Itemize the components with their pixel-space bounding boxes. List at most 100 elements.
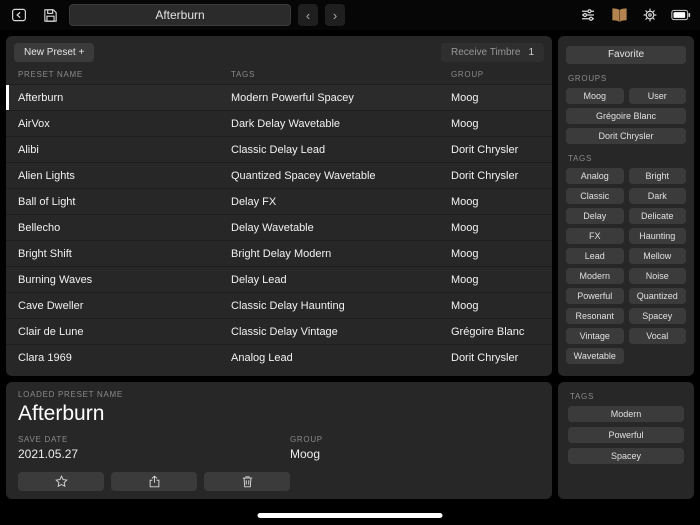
loaded-tag-button[interactable]: Powerful — [568, 427, 684, 443]
favorite-star-icon — [54, 474, 69, 489]
tag-filter-button[interactable]: Noise — [628, 267, 686, 284]
group-value: Moog — [290, 447, 321, 461]
preset-name-cell: Clara 1969 — [18, 351, 72, 364]
new-preset-button[interactable]: New Preset + — [14, 43, 95, 62]
preset-group-cell: Grégoire Blanc — [451, 325, 525, 338]
gear-icon — [641, 6, 659, 24]
preset-row[interactable]: Cave Dweller Classic Delay Haunting Moog — [6, 292, 552, 318]
tag-filter-list: Analog Bright Classic Dark Delay Delicat… — [566, 167, 686, 364]
group-label: GROUP — [290, 435, 323, 444]
library-book-icon — [610, 6, 629, 25]
filter-panel: Favorite GROUPS Moog User Grégoire Blanc… — [558, 36, 694, 376]
column-header-group: GROUP — [451, 70, 484, 79]
tag-filter-button[interactable]: Spacey — [628, 307, 686, 324]
group-filter-button[interactable]: Moog — [566, 87, 624, 104]
share-preset-button[interactable] — [111, 472, 197, 491]
tag-filter-button[interactable]: Vocal — [628, 327, 686, 344]
loaded-preset-name: Afterburn — [18, 402, 105, 425]
loaded-tag-button[interactable]: Spacey — [568, 448, 684, 464]
preset-name-cell: Burning Waves — [18, 273, 93, 286]
preset-name-cell: Bellecho — [18, 221, 61, 234]
tag-filter-button[interactable]: Vintage — [566, 327, 624, 344]
preset-row[interactable]: Ball of Light Delay FX Moog — [6, 188, 552, 214]
loaded-preset-name-label: LOADED PRESET NAME — [18, 390, 123, 399]
tag-filter-button[interactable]: FX — [566, 227, 624, 244]
group-filter-button[interactable]: Grégoire Blanc — [566, 107, 686, 124]
preset-row[interactable]: Bright Shift Bright Delay Modern Moog — [6, 240, 552, 266]
library-button[interactable] — [607, 4, 631, 26]
tag-filter-button[interactable]: Bright — [628, 167, 686, 184]
preset-row[interactable]: Alien Lights Quantized Spacey Wavetable … — [6, 162, 552, 188]
preset-name-cell: Bright Shift — [18, 247, 72, 260]
loaded-tags-list: Modern Powerful Spacey — [568, 406, 684, 464]
favorite-preset-button[interactable] — [18, 472, 104, 491]
tag-filter-button[interactable]: Classic — [566, 187, 624, 204]
preset-row[interactable]: Afterburn Modern Powerful Spacey Moog — [6, 84, 552, 110]
preset-group-cell: Dorit Chrysler — [451, 143, 519, 156]
battery-icon — [669, 4, 693, 26]
tag-filter-button[interactable]: Dark — [628, 187, 686, 204]
preset-tags-cell: Classic Delay Lead — [231, 143, 326, 156]
preset-group-cell: Moog — [451, 299, 479, 312]
tag-filter-button[interactable]: Lead — [566, 247, 624, 264]
preset-row[interactable]: AirVox Dark Delay Wavetable Moog — [6, 110, 552, 136]
preset-row[interactable]: Bellecho Delay Wavetable Moog — [6, 214, 552, 240]
group-filter-list: Moog User Grégoire Blanc Dorit Chrysler — [566, 87, 686, 144]
group-filter-button[interactable]: Dorit Chrysler — [566, 127, 686, 144]
delete-preset-button[interactable] — [204, 472, 290, 491]
trash-icon — [240, 474, 255, 489]
preset-name-cell: Cave Dweller — [18, 299, 84, 312]
back-button[interactable] — [7, 4, 31, 26]
preset-tags-cell: Analog Lead — [231, 351, 293, 364]
group-filter-button[interactable]: User — [628, 87, 686, 104]
groups-section-label: GROUPS — [568, 73, 607, 83]
chevron-left-icon: ‹ — [305, 7, 311, 23]
tag-filter-button[interactable]: Powerful — [566, 287, 624, 304]
preset-toolbar: New Preset + Receive Timbre 1 — [6, 36, 552, 67]
preset-group-cell: Moog — [451, 247, 479, 260]
tag-filter-button[interactable]: Delay — [566, 207, 624, 224]
preset-tags-cell: Classic Delay Haunting — [231, 299, 345, 312]
favorite-filter-button[interactable]: Favorite — [566, 45, 686, 64]
preset-tags-cell: Modern Powerful Spacey — [231, 91, 354, 104]
tag-filter-button[interactable]: Delicate — [628, 207, 686, 224]
preset-row[interactable]: Clair de Lune Classic Delay Vintage Grég… — [6, 318, 552, 344]
loaded-tags-label: TAGS — [570, 392, 594, 401]
tag-filter-button[interactable]: Haunting — [628, 227, 686, 244]
preset-tags-cell: Dark Delay Wavetable — [231, 117, 341, 130]
preset-group-cell: Moog — [451, 221, 479, 234]
content-area: New Preset + Receive Timbre 1 PRESET NAM… — [0, 30, 700, 505]
save-button[interactable] — [38, 4, 62, 26]
preset-title-field[interactable] — [69, 4, 291, 26]
save-date-label: SAVE DATE — [18, 435, 69, 444]
loaded-tag-button[interactable]: Modern — [568, 406, 684, 422]
column-header-tags: TAGS — [231, 70, 255, 79]
preset-name-cell: Afterburn — [18, 91, 64, 104]
preset-table-body: Afterburn Modern Powerful Spacey Moog Ai… — [6, 84, 552, 370]
loaded-tags-panel: TAGS Modern Powerful Spacey — [558, 382, 694, 499]
mixer-button[interactable] — [576, 4, 600, 26]
settings-button[interactable] — [638, 4, 662, 26]
receive-timbre-button[interactable]: Receive Timbre 1 — [440, 43, 544, 62]
preset-table-header: PRESET NAME TAGS GROUP — [6, 67, 552, 84]
preset-row[interactable]: Burning Waves Delay Lead Moog — [6, 266, 552, 292]
toolbar-left-group: ‹ › — [7, 4, 345, 26]
home-indicator[interactable] — [257, 513, 443, 518]
tag-filter-button[interactable]: Wavetable — [566, 347, 624, 364]
preset-group-cell: Dorit Chrysler — [451, 351, 519, 364]
next-preset-button[interactable]: › — [325, 4, 345, 26]
receive-timbre-count: 1 — [528, 47, 534, 58]
preset-row[interactable]: Alibi Classic Delay Lead Dorit Chrysler — [6, 136, 552, 162]
preset-group-cell: Moog — [451, 195, 479, 208]
save-icon — [42, 7, 59, 24]
tag-filter-button[interactable]: Mellow — [628, 247, 686, 264]
preset-row[interactable]: Clara 1969 Analog Lead Dorit Chrysler — [6, 344, 552, 370]
column-header-preset-name: PRESET NAME — [18, 70, 83, 79]
preset-tags-cell: Bright Delay Modern — [231, 247, 332, 260]
tag-filter-button[interactable]: Quantized — [628, 287, 686, 304]
tag-filter-button[interactable]: Analog — [566, 167, 624, 184]
loaded-preset-meta: SAVE DATE GROUP 2021.05.27 Moog — [18, 435, 540, 461]
tag-filter-button[interactable]: Resonant — [566, 307, 624, 324]
tag-filter-button[interactable]: Modern — [566, 267, 624, 284]
previous-preset-button[interactable]: ‹ — [298, 4, 318, 26]
